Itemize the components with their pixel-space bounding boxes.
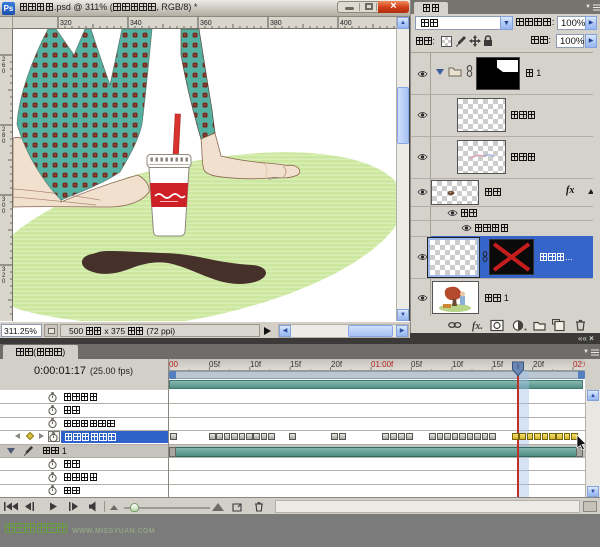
svg-text:400: 400	[340, 20, 352, 27]
svg-text:340: 340	[130, 20, 142, 27]
svg-text:fx.: fx.	[472, 321, 483, 332]
svg-text:320: 320	[60, 20, 72, 27]
svg-text:360: 360	[200, 20, 212, 27]
svg-text:380: 380	[270, 20, 282, 27]
